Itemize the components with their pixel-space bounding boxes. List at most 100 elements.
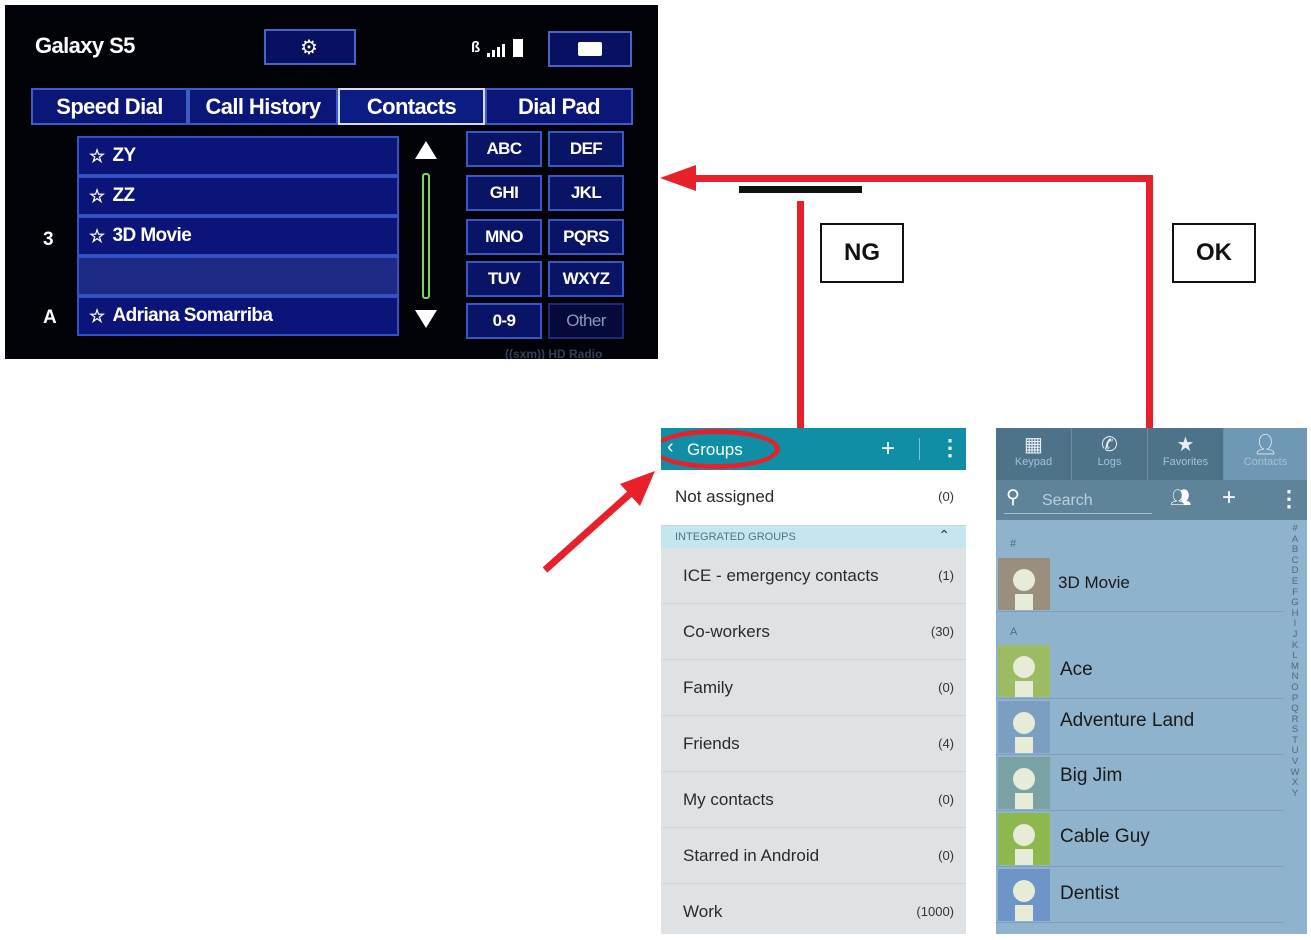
battery-icon (513, 39, 523, 57)
annotation-pointer-arrow (542, 471, 655, 573)
search-bar: ⚲ Search 👥︎ + ⋮ (996, 480, 1307, 520)
star-icon: ☆ (89, 185, 105, 206)
scroll-up-arrow-icon[interactable] (415, 141, 437, 159)
tab-label: Logs (1097, 456, 1122, 468)
index-letter[interactable]: # (1285, 523, 1305, 535)
index-letter[interactable]: J (1285, 629, 1305, 641)
contact-name: Dentist (1060, 883, 1120, 904)
list-item[interactable]: Adventure Land (996, 699, 1284, 755)
group-name: Family (683, 678, 734, 697)
key-abc[interactable]: ABC (466, 131, 542, 167)
list-item[interactable]: ☆ 3D Movie (77, 216, 399, 256)
bluetooth-icon: ß (471, 39, 481, 56)
list-item[interactable]: My contacts (0) (661, 773, 966, 828)
index-letter[interactable]: E (1285, 576, 1305, 588)
list-item[interactable]: Family (0) (661, 661, 966, 716)
tab-dial-pad[interactable]: Dial Pad (485, 88, 633, 125)
key-mno[interactable]: MNO (466, 219, 542, 255)
key-wxyz[interactable]: WXYZ (548, 261, 624, 297)
group-name: My contacts (683, 790, 774, 809)
contact-name: ZZ (112, 185, 136, 206)
index-letter[interactable]: O (1285, 682, 1305, 694)
list-item[interactable]: Ace (996, 643, 1284, 699)
contact-name: Cable Guy (1060, 826, 1150, 847)
ng-label: NG (820, 223, 904, 283)
star-icon: ☆ (89, 145, 105, 166)
signal-strength-icon (487, 43, 509, 57)
annotation-blocked-line (739, 186, 862, 193)
chevron-up-icon: ⌃ (938, 527, 950, 543)
tab-logs[interactable]: ✆ Logs (1072, 428, 1148, 480)
contact-name: Big Jim (1060, 765, 1123, 786)
search-input[interactable]: ⚲ Search (1004, 486, 1152, 514)
group-count: (1000) (916, 904, 954, 919)
plus-icon[interactable]: + (1222, 484, 1236, 512)
key-0-9[interactable]: 0-9 (466, 303, 542, 339)
list-item[interactable]: 3D Movie (996, 556, 1284, 612)
key-ghi[interactable]: GHI (466, 175, 542, 211)
ok-label: OK (1172, 223, 1256, 283)
status-icons: ß (471, 39, 551, 61)
overflow-menu-icon[interactable]: ⋮ (1278, 486, 1300, 512)
envelope-icon (578, 42, 602, 56)
contact-name: Adventure Land (1060, 710, 1195, 731)
tab-contacts[interactable]: 👤︎ Contacts (1224, 428, 1307, 480)
message-button[interactable] (548, 31, 632, 67)
contacts-screen: ▦ Keypad ✆ Logs ★ Favorites 👤︎ Contacts ⚲ Se… (996, 428, 1307, 934)
tab-contacts[interactable]: Contacts (338, 88, 485, 125)
tab-label: Contacts (1243, 456, 1288, 468)
phone-name: Galaxy S5 (35, 33, 135, 58)
group-name: Starred in Android (683, 846, 820, 865)
head-unit-screen: Galaxy S5 ⚙ ß Speed Dial Call History Co… (5, 5, 658, 359)
tab-keypad[interactable]: ▦ Keypad (996, 428, 1072, 480)
group-contacts-icon[interactable]: 👥︎ (1170, 488, 1192, 508)
list-item[interactable] (77, 256, 399, 296)
list-item[interactable]: ☆ ZZ (77, 176, 399, 216)
plus-icon[interactable]: + (881, 435, 895, 463)
contact-name: Ace (1060, 659, 1093, 680)
group-count: (0) (938, 792, 954, 807)
scrollbar[interactable] (422, 173, 430, 299)
arrowhead-icon (660, 165, 696, 191)
overflow-menu-icon[interactable]: ⋮ (939, 435, 961, 461)
group-count: (4) (938, 736, 954, 751)
search-placeholder: Search (1042, 492, 1093, 509)
tab-favorites[interactable]: ★ Favorites (1148, 428, 1224, 480)
list-item[interactable]: Work (1000) (661, 885, 966, 934)
settings-button[interactable]: ⚙ (264, 29, 356, 65)
avatar (998, 757, 1050, 809)
contact-name: 3D Movie (1058, 573, 1130, 592)
key-tuv[interactable]: TUV (466, 261, 542, 297)
list-item[interactable]: Friends (4) (661, 717, 966, 772)
list-item[interactable]: ☆ ZY (77, 136, 399, 176)
section-header: A (1010, 626, 1018, 638)
keypad-icon: ▦ (1024, 434, 1043, 456)
key-pqrs[interactable]: PQRS (548, 219, 624, 255)
scroll-down-arrow-icon[interactable] (415, 310, 437, 328)
divider (919, 438, 920, 460)
key-other[interactable]: Other (548, 303, 624, 339)
key-jkl[interactable]: JKL (548, 175, 624, 211)
contact-name: 3D Movie (112, 225, 192, 246)
list-item[interactable]: ☆ Adriana Somarriba (77, 296, 399, 336)
list-item[interactable]: Cable Guy (996, 811, 1284, 867)
index-letter[interactable]: Y (1285, 788, 1305, 800)
list-item[interactable]: Big Jim (996, 755, 1284, 811)
group-count: (0) (938, 489, 954, 504)
section-header[interactable]: INTEGRATED GROUPS ⌃ (661, 526, 966, 548)
tab-label: Favorites (1162, 456, 1209, 468)
tab-call-history[interactable]: Call History (188, 88, 338, 125)
avatar (998, 645, 1050, 697)
key-def[interactable]: DEF (548, 131, 624, 167)
list-item[interactable]: Dentist (996, 867, 1284, 923)
list-item[interactable]: Not assigned (0) (661, 470, 966, 526)
avatar (998, 869, 1050, 921)
list-item[interactable]: ICE - emergency contacts (1) (661, 549, 966, 604)
list-item[interactable]: Co-workers (30) (661, 605, 966, 660)
tab-speed-dial[interactable]: Speed Dial (31, 88, 188, 125)
search-icon: ⚲ (1006, 487, 1020, 508)
alphabet-index-scroller[interactable]: # A B C D E F G H I J K L M N O P Q R S T U V W X Y (1285, 523, 1305, 934)
group-name: Co-workers (683, 622, 770, 641)
avatar (998, 701, 1050, 753)
list-item[interactable]: Starred in Android (0) (661, 829, 966, 884)
